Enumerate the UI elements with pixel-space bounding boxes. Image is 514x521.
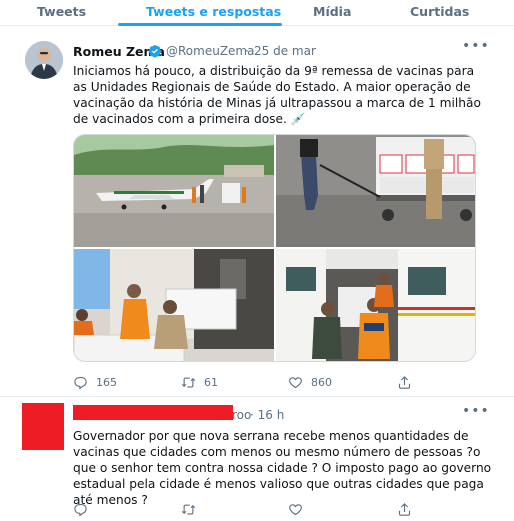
vaccine-coolers-loading-photo <box>74 249 274 361</box>
author-handle[interactable]: @RomeuZema <box>166 44 254 58</box>
syringe-emoji: 💉 <box>290 112 306 126</box>
tab-media[interactable]: Mídia <box>313 4 351 19</box>
aircraft-cargo-door-photo <box>276 249 475 361</box>
reply-timestamp[interactable]: · 16 h <box>250 408 284 422</box>
reply-count: 165 <box>96 375 117 389</box>
tweet-timestamp[interactable]: 25 de mar <box>254 44 316 58</box>
verified-badge-icon <box>148 45 162 58</box>
retweet-button[interactable] <box>181 500 196 518</box>
reply-dot: · <box>250 408 254 422</box>
media-grid[interactable] <box>73 134 476 362</box>
tweet-body: Iniciamos há pouco, a distribuição da 9ª… <box>73 64 481 126</box>
reply-handle-fragment[interactable]: roo <box>232 408 251 422</box>
like-button[interactable]: 860 <box>288 373 332 391</box>
share-button[interactable] <box>397 500 412 518</box>
like-count: 860 <box>311 375 332 389</box>
retweet-button[interactable]: 61 <box>181 373 218 391</box>
profile-tabs: Tweets Tweets e respostas Mídia Curtidas <box>0 0 514 26</box>
vaccine-boxes-cart-photo <box>276 135 475 247</box>
media-photo-cargo-door[interactable] <box>276 249 475 361</box>
reply-date-text: 16 h <box>257 408 285 422</box>
heart-icon <box>289 376 302 388</box>
retweet-icon <box>181 377 196 387</box>
avatar[interactable] <box>25 41 63 79</box>
like-button[interactable] <box>288 500 303 518</box>
media-photo-airplane[interactable] <box>74 135 274 247</box>
media-photo-coolers[interactable] <box>74 249 274 361</box>
redacted-avatar <box>22 403 64 450</box>
tab-likes[interactable]: Curtidas <box>410 4 469 19</box>
reply-actions <box>0 500 514 518</box>
reply-text: Governador por que nova serrana recebe m… <box>73 429 492 507</box>
share-icon <box>398 375 411 389</box>
heart-icon <box>289 503 302 515</box>
retweet-count: 61 <box>204 375 218 389</box>
more-horizontal-icon[interactable]: ••• <box>462 38 490 54</box>
tab-tweets-and-replies[interactable]: Tweets e respostas <box>146 4 281 19</box>
reply-icon <box>74 503 87 517</box>
retweet-icon <box>181 504 196 514</box>
airplane-on-runway-photo <box>74 135 274 247</box>
reply-button[interactable]: 165 <box>73 373 117 391</box>
divider <box>0 396 514 397</box>
active-tab-indicator <box>118 23 282 26</box>
tweet-text: Iniciamos há pouco, a distribuição da 9ª… <box>73 63 485 127</box>
separator-dot: · <box>245 44 249 58</box>
share-button[interactable] <box>397 373 412 391</box>
reply-icon <box>74 376 87 390</box>
share-icon <box>398 502 411 516</box>
tweet-actions: 165 61 860 <box>0 373 514 391</box>
avatar-photo <box>25 41 63 79</box>
tab-tweets[interactable]: Tweets <box>37 4 86 19</box>
reply-button[interactable] <box>73 500 88 518</box>
redacted-author-name <box>73 405 233 420</box>
more-horizontal-icon[interactable]: ••• <box>462 403 490 419</box>
media-photo-boxes-cart[interactable] <box>276 135 475 247</box>
